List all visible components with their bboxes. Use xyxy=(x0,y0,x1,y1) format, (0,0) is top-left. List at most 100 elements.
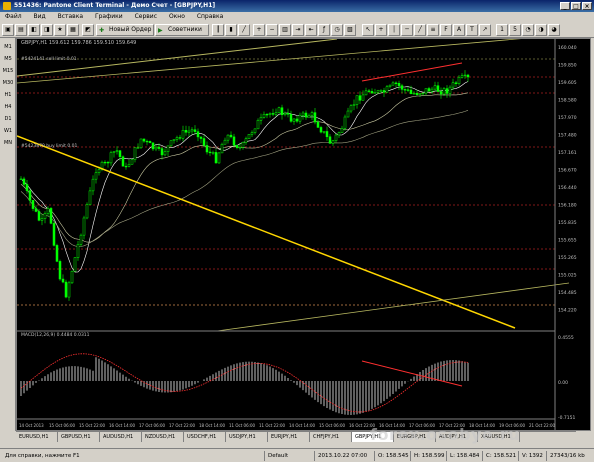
arrow-icon[interactable]: ↗ xyxy=(479,24,491,36)
lower-channel-line[interactable] xyxy=(216,282,570,332)
candle-body xyxy=(124,165,128,168)
time-tick-label: 11 Oct 06:00 xyxy=(229,423,256,428)
status-bar: Для справки, нажмите F1 Default 2013.10.… xyxy=(0,448,594,462)
tab-usdchf[interactable]: USDCHF,H1 xyxy=(184,432,226,442)
menu-help[interactable]: Справка xyxy=(192,12,228,22)
candle-body xyxy=(283,112,287,116)
candle-chart-icon[interactable]: ▮ xyxy=(225,24,237,36)
auto-scroll-icon[interactable]: ⇥ xyxy=(292,24,304,36)
tab-chfjpy[interactable]: CHFJPY,H1 xyxy=(310,432,352,442)
menu-file[interactable]: Файл xyxy=(0,12,27,22)
templates-icon[interactable]: ▧ xyxy=(344,24,356,36)
candle-body xyxy=(97,169,101,173)
candle-body xyxy=(256,120,260,130)
chart-shift-icon[interactable]: ⇤ xyxy=(305,24,317,36)
terminal-icon[interactable]: ▦ xyxy=(67,24,79,36)
status-close: C: 158.521 xyxy=(482,451,518,461)
candle-body xyxy=(118,150,122,158)
candle-body xyxy=(145,140,149,143)
minimize-button[interactable]: _ xyxy=(560,2,570,10)
timeframe-m5[interactable]: M5 xyxy=(1,54,15,64)
horizontal-line-icon[interactable]: ─ xyxy=(401,24,413,36)
d1-icon[interactable]: ◕ xyxy=(548,24,560,36)
candle-body xyxy=(121,156,125,167)
candle-body xyxy=(172,139,176,141)
candle-body xyxy=(388,84,392,87)
timeframe-d1[interactable]: D1 xyxy=(1,114,15,124)
time-tick-label: 15 Oct 06:00 xyxy=(319,423,346,428)
candle-body xyxy=(22,178,26,185)
tab-eurjpy[interactable]: EURJPY,H1 xyxy=(268,432,310,442)
chart-window[interactable]: 160.040 159.850 159.605 158.580 157.970 157.4… xyxy=(16,38,591,431)
candle-body xyxy=(19,178,23,180)
text-label-icon[interactable]: T xyxy=(466,24,478,36)
h1-icon[interactable]: ◑ xyxy=(535,24,547,36)
trendline-icon[interactable]: ╱ xyxy=(414,24,426,36)
moving-average-line xyxy=(20,92,469,243)
zoom-out-icon[interactable]: − xyxy=(266,24,278,36)
profiles-icon[interactable]: ▤ xyxy=(15,24,27,36)
expert-advisors-button[interactable]: ▶ Советники xyxy=(155,24,209,36)
resistance-line[interactable] xyxy=(361,62,463,82)
candle-body xyxy=(352,104,356,106)
maximize-button[interactable]: □ xyxy=(571,2,581,10)
periods-icon[interactable]: ◷ xyxy=(331,24,343,36)
expert-advisors-label: Советники xyxy=(168,26,202,33)
price-tick-label: 159.850 xyxy=(558,63,577,69)
menu-view[interactable]: Вид xyxy=(29,12,51,22)
status-high: H: 158.599 xyxy=(410,451,446,461)
bar-chart-icon[interactable]: ┃ xyxy=(212,24,224,36)
tab-eurusd[interactable]: EURUSD,H1 xyxy=(16,432,58,442)
vertical-line-icon[interactable]: │ xyxy=(388,24,400,36)
timeframe-h4[interactable]: H4 xyxy=(1,102,15,112)
timeframe-m1[interactable]: M1 xyxy=(1,42,15,52)
candle-body xyxy=(217,152,221,164)
menu-tools[interactable]: Сервис xyxy=(130,12,162,22)
tab-audusd[interactable]: AUDUSD,H1 xyxy=(100,432,142,442)
indicators-icon[interactable]: ƒ xyxy=(318,24,330,36)
data-window-icon[interactable]: ◨ xyxy=(41,24,53,36)
equidistant-channel-icon[interactable]: ≡ xyxy=(427,24,439,36)
tab-usdjpy[interactable]: USDJPY,H1 xyxy=(226,432,268,442)
time-tick-label: 14 Oct 2013 xyxy=(19,423,44,428)
m15-icon[interactable]: ◔ xyxy=(522,24,534,36)
price-chart[interactable]: 160.040 159.850 159.605 158.580 157.970 157.4… xyxy=(17,39,590,430)
tab-gbpusd[interactable]: GBPUSD,H1 xyxy=(58,432,100,442)
candle-body xyxy=(433,85,437,90)
market-watch-icon[interactable]: ◧ xyxy=(28,24,40,36)
close-button[interactable]: × xyxy=(582,2,592,10)
candle-body xyxy=(448,86,452,94)
candle-body xyxy=(181,130,185,139)
tile-windows-icon[interactable]: ▥ xyxy=(279,24,291,36)
menu-window[interactable]: Окно xyxy=(164,12,190,22)
m1-icon[interactable]: 1 xyxy=(496,24,508,36)
tab-nzdusd[interactable]: NZDUSD,H1 xyxy=(142,432,184,442)
cursor-icon[interactable]: ↖ xyxy=(362,24,374,36)
crosshair-icon[interactable]: + xyxy=(375,24,387,36)
timeframe-m15[interactable]: M15 xyxy=(1,66,15,76)
candle-body xyxy=(301,112,305,116)
timeframe-m30[interactable]: M30 xyxy=(1,78,15,88)
candle-body xyxy=(280,107,284,116)
menu-charts[interactable]: Графики xyxy=(90,12,128,22)
tester-icon[interactable]: ◩ xyxy=(82,24,94,36)
text-icon[interactable]: A xyxy=(453,24,465,36)
zoom-in-icon[interactable]: + xyxy=(253,24,265,36)
new-chart-icon[interactable]: ▣ xyxy=(2,24,14,36)
timeframe-w1[interactable]: W1 xyxy=(1,126,15,136)
candle-body xyxy=(76,244,80,258)
candle-body xyxy=(34,208,38,212)
timeframe-mn[interactable]: MN xyxy=(1,138,15,148)
timeframe-h1[interactable]: H1 xyxy=(1,90,15,100)
candle-body xyxy=(379,90,383,92)
candle-body xyxy=(307,115,311,118)
navigator-icon[interactable]: ★ xyxy=(54,24,66,36)
menu-insert[interactable]: Вставка xyxy=(53,12,88,22)
new-order-button[interactable]: ✚ Новый Ордер xyxy=(96,24,154,36)
fibonacci-icon[interactable]: F xyxy=(440,24,452,36)
m5-icon[interactable]: 5 xyxy=(509,24,521,36)
line-chart-icon[interactable]: ╱ xyxy=(238,24,250,36)
candle-body xyxy=(196,131,200,138)
price-tick-label: 156.670 xyxy=(558,168,577,174)
status-low: L: 158.484 xyxy=(446,451,482,461)
